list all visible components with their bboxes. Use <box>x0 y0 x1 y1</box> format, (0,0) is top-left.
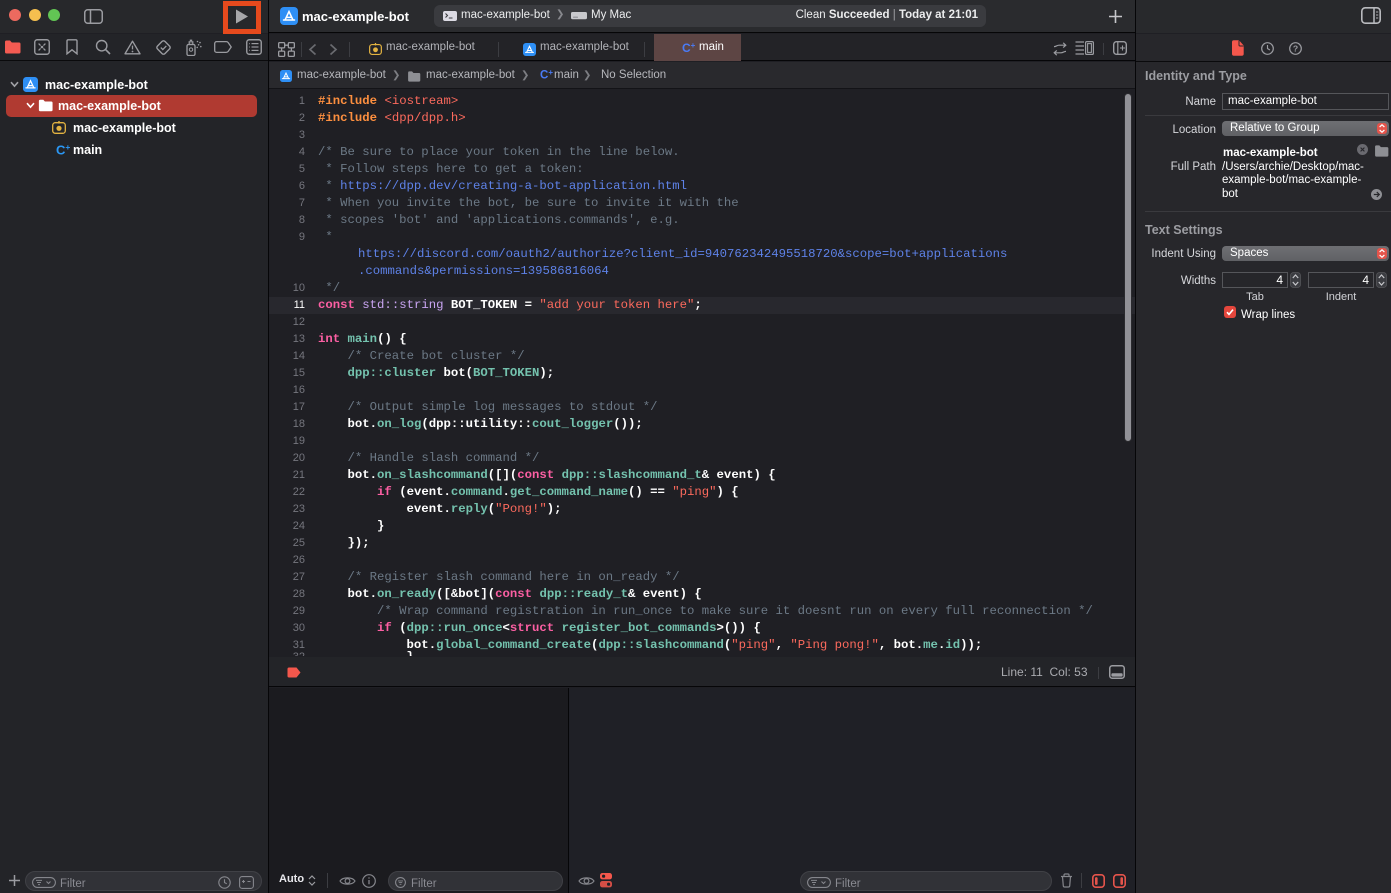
svg-text:?: ? <box>1293 44 1298 54</box>
